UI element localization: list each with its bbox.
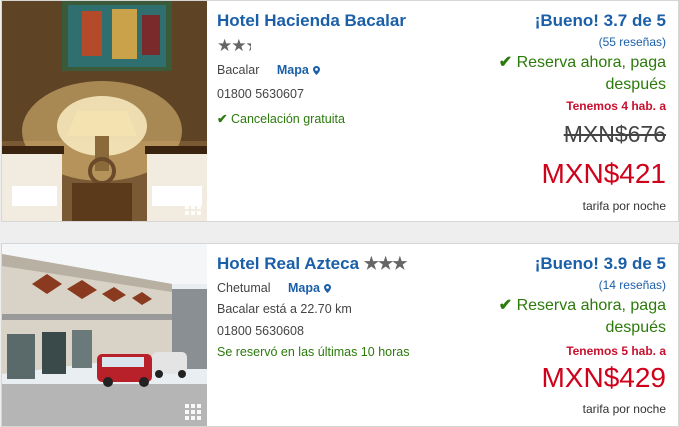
hotel-exterior-photo-illustration bbox=[2, 244, 207, 426]
check-icon: ✔ bbox=[217, 112, 228, 126]
per-night-label: tarifa por noche bbox=[582, 199, 666, 213]
free-cancellation: ✔ Cancelación gratuita bbox=[217, 112, 345, 126]
location-row: Chetumal Mapa bbox=[217, 281, 331, 295]
per-night-label: tarifa por noche bbox=[582, 402, 666, 416]
check-icon: ✔ bbox=[498, 297, 513, 314]
hotel-name-link[interactable]: Hotel Hacienda Bacalar bbox=[217, 11, 406, 31]
reviews-link[interactable]: (55 reseñas) bbox=[599, 35, 666, 49]
gallery-grid-icon[interactable] bbox=[185, 199, 201, 215]
location-text: Bacalar bbox=[217, 63, 260, 77]
location-text: Chetumal bbox=[217, 281, 271, 295]
phone-number: 01800 5630608 bbox=[217, 324, 304, 338]
star-icons: ★★★ bbox=[363, 254, 408, 273]
location-row: Bacalar Mapa bbox=[217, 63, 320, 77]
gallery-grid-icon[interactable] bbox=[185, 404, 201, 420]
half-star-icon: ★ bbox=[245, 36, 251, 56]
current-price[interactable]: MXN$421 bbox=[541, 158, 666, 190]
distance-text: Bacalar está a 22.70 km bbox=[217, 302, 352, 316]
map-pin-icon bbox=[312, 66, 320, 75]
reviews-link[interactable]: (14 reseñas) bbox=[599, 278, 666, 292]
bedroom-photo-illustration bbox=[2, 1, 207, 221]
hotel-photo[interactable] bbox=[2, 1, 207, 221]
guest-rating[interactable]: ¡Bueno! 3.7 de 5 bbox=[535, 11, 666, 31]
guest-rating[interactable]: ¡Bueno! 3.9 de 5 bbox=[535, 254, 666, 274]
phone-number: 01800 5630607 bbox=[217, 87, 304, 101]
hotel-photo[interactable] bbox=[2, 244, 207, 426]
original-price: MXN$676 bbox=[563, 121, 666, 147]
map-pin-icon bbox=[323, 284, 331, 293]
hotel-title-row: Hotel Real Azteca ★★★ bbox=[217, 254, 407, 274]
map-link[interactable]: Mapa bbox=[288, 281, 331, 295]
price-panel: ¡Bueno! 3.7 de 5 (55 reseñas) ✔ Reserva … bbox=[466, 1, 666, 221]
rooms-left: Tenemos 4 hab. a bbox=[566, 99, 666, 113]
hotel-name-link[interactable]: Hotel Real Azteca bbox=[217, 254, 359, 273]
hotel-card[interactable]: Hotel Hacienda Bacalar ★★★ Bacalar Mapa … bbox=[1, 0, 679, 222]
current-price[interactable]: MXN$429 bbox=[541, 362, 666, 394]
reserve-now-pay-later: ✔ Reserva ahora, paga después bbox=[498, 54, 666, 93]
star-rating: ★★★ bbox=[217, 36, 251, 56]
recent-booking-note: Se reservó en las últimas 10 horas bbox=[217, 345, 410, 359]
star-icons: ★★ bbox=[217, 36, 247, 55]
check-icon: ✔ bbox=[498, 54, 513, 71]
map-link[interactable]: Mapa bbox=[277, 63, 320, 77]
price-panel: ¡Bueno! 3.9 de 5 (14 reseñas) ✔ Reserva … bbox=[466, 244, 666, 426]
reserve-now-pay-later: ✔ Reserva ahora, paga después bbox=[498, 297, 666, 336]
hotel-card[interactable]: Hotel Real Azteca ★★★ Chetumal Mapa Baca… bbox=[1, 243, 679, 427]
rooms-left: Tenemos 5 hab. a bbox=[566, 344, 666, 358]
